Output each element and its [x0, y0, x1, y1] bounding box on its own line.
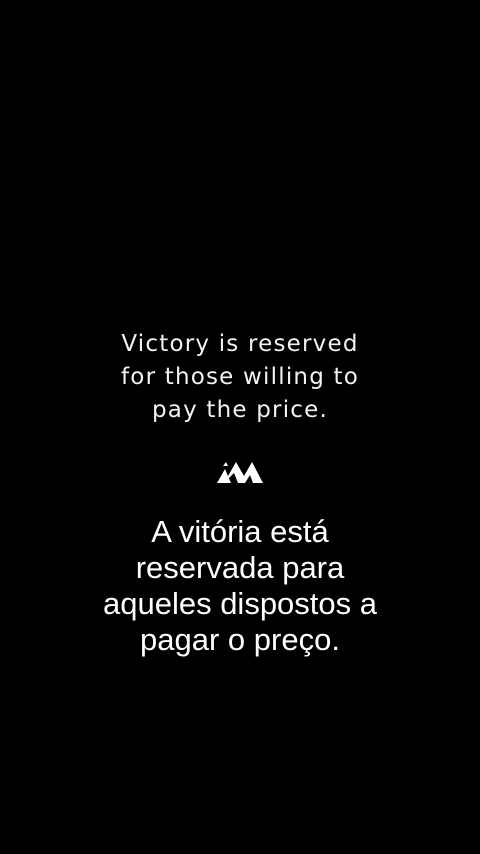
story-screen: Victory is reserved for those willing to… — [0, 0, 480, 854]
portuguese-quote-line-4: pagar o preço. — [140, 622, 340, 657]
english-quote-line-3: pay the price. — [151, 397, 329, 423]
portuguese-quote-line-2: reservada para — [135, 550, 345, 585]
logo-main-peaks — [224, 462, 263, 483]
portuguese-quote-line-1: A vitória está — [151, 514, 329, 549]
english-quote-line-1: Victory is reserved — [121, 331, 359, 357]
logo-accent — [223, 462, 228, 466]
english-quote: Victory is reserved for those willing to… — [0, 328, 480, 427]
portuguese-quote-line-3: aqueles dispostos a — [102, 586, 378, 621]
mountain-logo-icon — [217, 462, 263, 483]
portuguese-quote: A vitória está reservada para aqueles di… — [0, 514, 480, 658]
english-quote-line-2: for those willing to — [121, 364, 359, 390]
